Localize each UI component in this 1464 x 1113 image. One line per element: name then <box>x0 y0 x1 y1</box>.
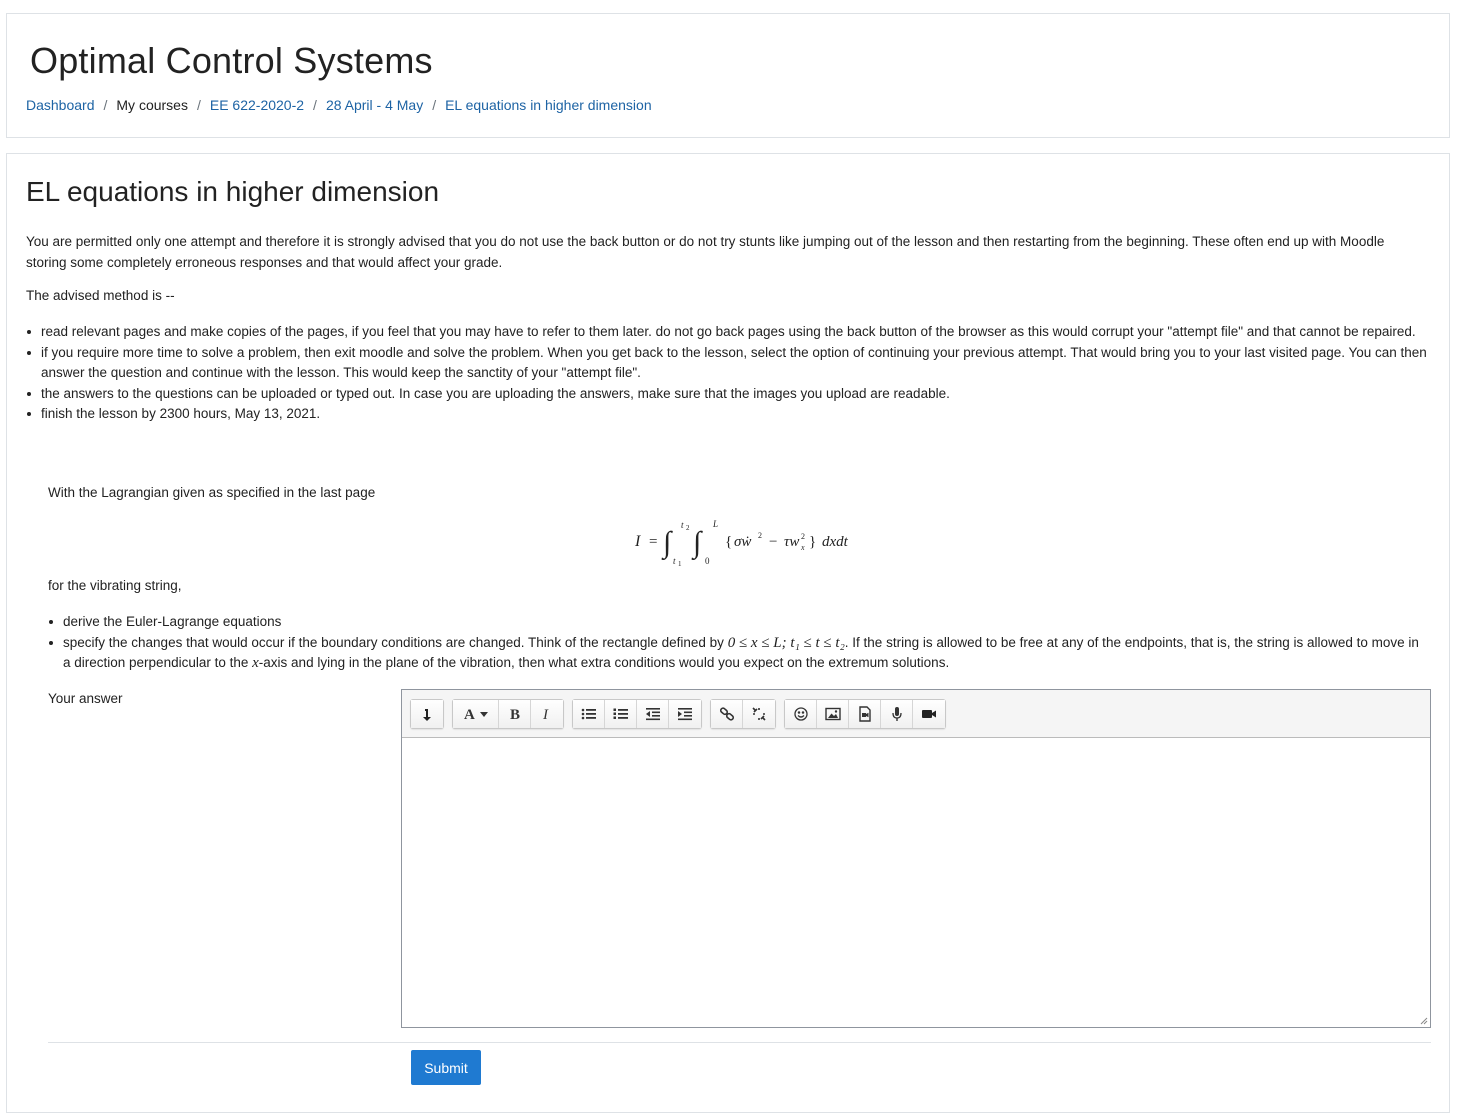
list-item: derive the Euler-Lagrange equations <box>49 612 1423 633</box>
bold-icon[interactable]: B <box>499 699 531 728</box>
svg-text:I: I <box>542 707 549 722</box>
svg-text:∫: ∫ <box>691 526 703 561</box>
breadcrumb-separator: / <box>432 97 437 113</box>
list-item: if you require more time to solve a prob… <box>27 343 1441 384</box>
font-color-icon[interactable]: A <box>453 699 499 728</box>
ordered-list-icon[interactable] <box>605 699 637 728</box>
svg-text:1: 1 <box>678 560 682 566</box>
question-context-text: for the vibrating string, <box>48 578 182 593</box>
svg-text:2: 2 <box>686 524 690 532</box>
svg-text:A: A <box>464 707 475 722</box>
svg-text:L: L <box>712 519 718 529</box>
emoji-icon[interactable] <box>785 699 817 728</box>
svg-text:0: 0 <box>705 556 710 566</box>
svg-text:I: I <box>634 533 641 550</box>
svg-text:−: − <box>769 534 777 550</box>
page-title: EL equations in higher dimension <box>26 176 440 207</box>
svg-text:B: B <box>510 707 520 722</box>
svg-text:dxdt: dxdt <box>822 534 849 550</box>
svg-text:x: x <box>800 543 805 552</box>
media-icon[interactable] <box>849 699 881 728</box>
math-inline: 0 ≤ x ≤ L; t₁ ≤ t ≤ t₂ <box>727 634 845 651</box>
lesson-content: EL equations in higher dimension You are… <box>6 153 1450 1113</box>
submit-button[interactable]: Submit <box>411 1050 481 1085</box>
page-header: Optimal Control Systems Dashboard / My c… <box>6 13 1450 138</box>
link-icon[interactable] <box>711 699 743 728</box>
breadcrumb-my-courses: My courses <box>116 97 188 113</box>
unordered-list-icon[interactable] <box>573 699 605 728</box>
math-inline: x <box>252 655 259 671</box>
question-list: derive the Euler-Lagrange equations spec… <box>49 612 1423 674</box>
breadcrumb-separator: / <box>313 97 317 113</box>
record-audio-icon[interactable] <box>881 699 913 728</box>
resize-handle-icon[interactable] <box>1418 1015 1428 1025</box>
unlink-icon[interactable] <box>743 699 775 728</box>
question-text: specify the changes that would occur if … <box>63 634 728 650</box>
image-icon[interactable] <box>817 699 849 728</box>
editor-toolbar: A B I <box>402 690 1430 738</box>
svg-text:}: } <box>809 534 816 550</box>
indent-icon[interactable] <box>669 699 701 728</box>
svg-text:τw: τw <box>784 534 799 550</box>
outdent-icon[interactable] <box>637 699 669 728</box>
list-item: the answers to the questions can be uplo… <box>27 384 1441 405</box>
svg-text:∫: ∫ <box>661 526 673 561</box>
advised-method-text: The advised method is -- <box>26 288 175 303</box>
lagrangian-equation: I = ∫ t2 t1 ∫ L 0 { σẇ 2 − τw 2 x } dxdt <box>634 519 849 566</box>
breadcrumb-lesson[interactable]: EL equations in higher dimension <box>445 97 652 113</box>
svg-text:t: t <box>681 520 684 530</box>
list-item: specify the changes that would occur if … <box>49 633 1423 674</box>
answer-text-area[interactable] <box>402 738 1430 1026</box>
breadcrumb: Dashboard / My courses / EE 622-2020-2 /… <box>26 97 652 113</box>
italic-icon[interactable]: I <box>531 699 563 728</box>
rules-list: read relevant pages and make copies of t… <box>27 322 1441 425</box>
svg-text:=: = <box>649 534 657 550</box>
svg-text:{: { <box>725 534 732 550</box>
svg-text:2: 2 <box>758 531 762 540</box>
breadcrumb-dashboard[interactable]: Dashboard <box>26 97 95 113</box>
breadcrumb-section[interactable]: 28 April - 4 May <box>326 97 423 113</box>
collapse-icon[interactable] <box>411 699 443 728</box>
record-video-icon[interactable] <box>913 699 945 728</box>
divider <box>48 1042 1431 1043</box>
breadcrumb-separator: / <box>103 97 108 113</box>
list-item: read relevant pages and make copies of t… <box>27 322 1441 343</box>
intro-paragraph: You are permitted only one attempt and t… <box>26 234 1385 270</box>
breadcrumb-separator: / <box>196 97 201 113</box>
answer-label: Your answer <box>48 691 123 706</box>
svg-text:σẇ: σẇ <box>734 534 751 550</box>
breadcrumb-course[interactable]: EE 622-2020-2 <box>210 97 304 113</box>
svg-text:t: t <box>673 556 676 566</box>
question-intro-text: With the Lagrangian given as specified i… <box>48 485 376 500</box>
svg-text:2: 2 <box>801 532 805 541</box>
question-text: -axis and lying in the plane of the vibr… <box>258 655 950 670</box>
list-item: finish the lesson by 2300 hours, May 13,… <box>27 404 1441 425</box>
answer-editor: A B I <box>401 689 1431 1028</box>
site-title: Optimal Control Systems <box>30 40 433 81</box>
